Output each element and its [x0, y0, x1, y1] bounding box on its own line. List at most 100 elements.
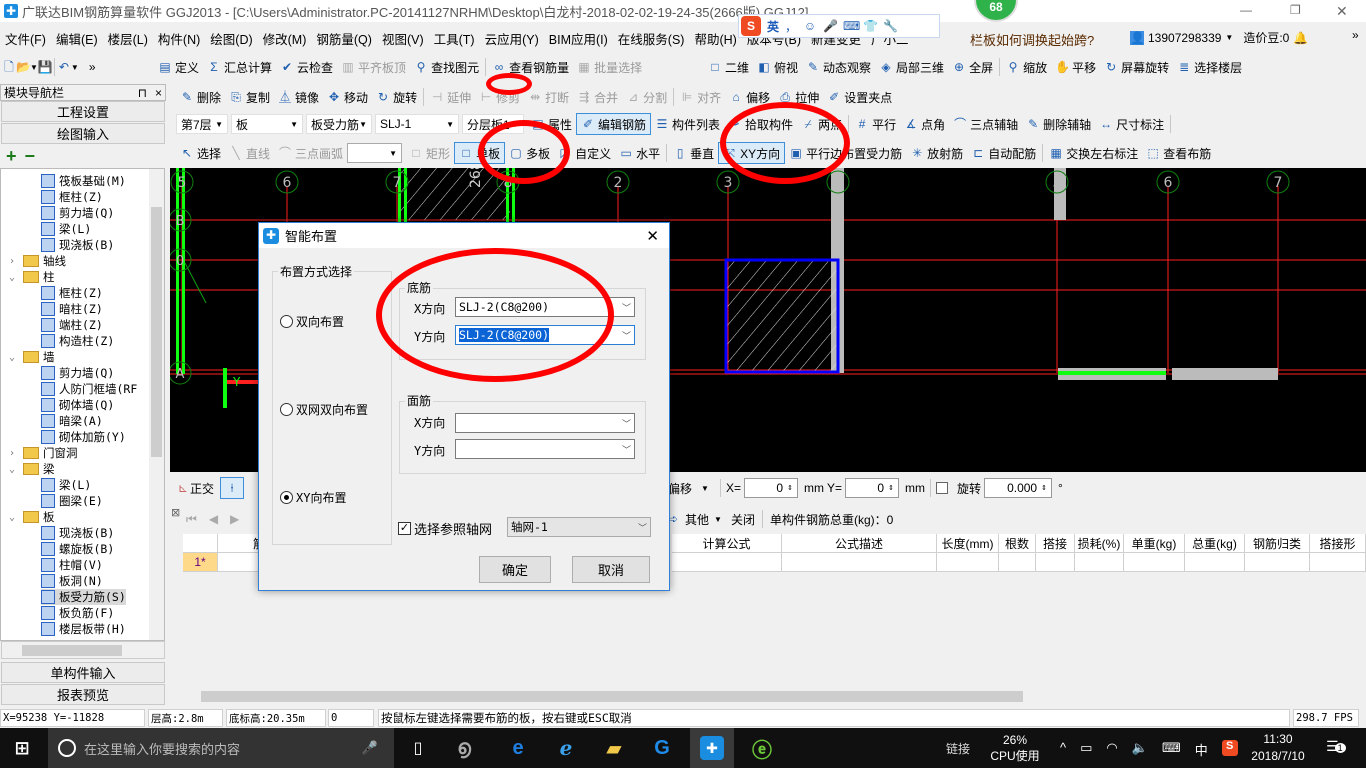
pin-icon[interactable]: ⊓	[138, 86, 147, 100]
toolbar-button[interactable]: ▤ 定义	[154, 56, 203, 78]
microphone-icon[interactable]: 🎤	[823, 19, 838, 33]
maximize-button[interactable]: ❐	[1290, 3, 1301, 17]
column-header[interactable]: 搭接	[1036, 534, 1075, 553]
ref-grid-combo[interactable]: 轴网-1 ﹀	[507, 517, 651, 537]
ortho-button[interactable]: 正交	[190, 480, 214, 497]
undo-icon[interactable]: ↶	[57, 60, 71, 74]
chevron-right-icon[interactable]: ›	[9, 256, 19, 267]
tree-item[interactable]: 暗柱(Z)	[41, 301, 103, 317]
tree-item[interactable]: 人防门框墙(RF	[41, 381, 137, 397]
column-header[interactable]: 计算公式	[672, 534, 782, 553]
single-input-button[interactable]: 单构件输入	[1, 662, 165, 683]
toolbar-button[interactable]: ⊣ 延伸	[426, 86, 475, 108]
app-swirl-icon[interactable]: ൭	[448, 732, 480, 764]
ime-punct[interactable]: ，	[785, 18, 797, 35]
menu-item[interactable]: 云应用(Y)	[480, 29, 544, 48]
toolbar-button[interactable]: ⚲ 查找图元	[410, 56, 483, 78]
toolbar-select[interactable]: 分层板1 ▼	[462, 114, 524, 134]
toolbar-button[interactable]: ◸ 自定义	[554, 142, 615, 164]
toolbar-button[interactable]: ⌒ 三点画弧	[274, 142, 347, 164]
menu-item[interactable]: 绘图(D)	[205, 29, 257, 48]
toolbar-button[interactable]: ▤ 属性	[527, 113, 576, 135]
toolbar-select[interactable]: 板 ▼	[231, 114, 303, 134]
tree-item[interactable]: 梁(L)	[41, 477, 91, 493]
tree-folder[interactable]: › 门窗洞	[9, 445, 78, 461]
volume-icon[interactable]: 🔈	[1132, 740, 1148, 759]
snap-button[interactable]: ⍿	[220, 477, 245, 499]
chevron-right-icon[interactable]: ›	[9, 448, 19, 459]
tree-item[interactable]: 框柱(Z)	[41, 285, 103, 301]
radio-xy[interactable]: XY向布置	[280, 489, 346, 506]
wrench-icon[interactable]: 🔧	[883, 19, 898, 33]
toolbar-button[interactable]: □ 矩形	[405, 142, 454, 164]
column-header[interactable]: 根数	[999, 534, 1036, 553]
chevron-down-icon[interactable]: ⌄	[9, 352, 19, 363]
column-header[interactable]: 搭接形	[1310, 534, 1366, 553]
toolbar-button[interactable]: ⊕ 全屏	[948, 56, 997, 78]
toolbar-button[interactable]: ▭ 水平	[615, 142, 664, 164]
close-panel-button[interactable]: 关闭	[731, 511, 755, 528]
toolbar-button[interactable]: ⊫ 对齐	[676, 86, 725, 108]
radio-double-net[interactable]: 双网双向布置	[280, 401, 368, 418]
nav-close-icon[interactable]: ×	[155, 86, 162, 100]
collapse-all-icon[interactable]: −	[25, 146, 36, 167]
column-header[interactable]: 公式描述	[782, 534, 937, 553]
menu-item[interactable]: BIM应用(I)	[544, 29, 613, 48]
table-cell[interactable]	[1075, 553, 1124, 572]
drawing-input-button[interactable]: 绘图输入	[1, 123, 165, 144]
user-account[interactable]: 👤 13907298339 ▼ 造价豆:0 🔔	[1130, 29, 1308, 46]
ie-icon[interactable]: ℯ	[550, 732, 582, 764]
menu-more-button[interactable]: »	[1352, 28, 1359, 42]
ref-grid-checkbox[interactable]: ✓ 选择参照轴网	[398, 519, 492, 538]
toolbar-button[interactable]: ↖ 选择	[176, 142, 225, 164]
table-hscrollbar[interactable]	[183, 688, 1366, 705]
tree-scrollbar[interactable]	[149, 169, 164, 640]
rotate-checkbox[interactable]	[935, 482, 948, 494]
menu-item[interactable]: 文件(F)	[0, 29, 51, 48]
new-file-icon[interactable]: 🗋	[2, 60, 16, 74]
toolbar-button[interactable]: ↻ 屏幕旋转	[1100, 56, 1173, 78]
ggj-app-icon[interactable]: ✚	[690, 728, 734, 768]
table-cell[interactable]	[672, 553, 782, 572]
toolbar-button[interactable]: ⇹ 打断	[524, 86, 573, 108]
toolbar-button[interactable]: ▦ 批量选择	[573, 56, 646, 78]
tree-item[interactable]: 现浇板(B)	[41, 525, 114, 541]
tree-item[interactable]: 筏板基础(M)	[41, 173, 126, 189]
toolbar-button[interactable]: ⌂ 偏移	[725, 86, 774, 108]
table-cell[interactable]	[1036, 553, 1075, 572]
chevron-down-icon[interactable]: ⌄	[9, 464, 19, 475]
menu-item[interactable]: 构件(N)	[153, 29, 205, 48]
top-x-combo[interactable]: ﹀	[455, 413, 635, 433]
tree-item[interactable]: 砌体墙(Q)	[41, 397, 114, 413]
toolbar-button[interactable]: ⎘ 复制	[225, 86, 274, 108]
tree-item[interactable]: 梁(L)	[41, 221, 91, 237]
help-question-link[interactable]: 栏板如何调换起始跨?	[970, 30, 1094, 49]
toolbar-button[interactable]: ⬚ 查看布筋	[1142, 142, 1215, 164]
open-folder-icon[interactable]: 📂	[16, 60, 31, 74]
input-language[interactable]: 中	[1195, 740, 1208, 759]
tree-item[interactable]: 框柱(Z)	[41, 189, 103, 205]
toolbar-button[interactable]: ◈ 局部三维	[875, 56, 948, 78]
glodon-icon[interactable]: G	[646, 732, 678, 764]
toolbar-button[interactable]: ▣ 平行边布置受力筋	[785, 142, 906, 164]
tree-item[interactable]: 砌体加筋(Y)	[41, 429, 126, 445]
windows-start-icon[interactable]: ⊞	[6, 732, 38, 764]
tree-folder[interactable]: ⌄ 梁	[9, 461, 55, 477]
toolbar-button[interactable]: ✳ 放射筋	[906, 142, 967, 164]
column-header[interactable]: 总重(kg)	[1185, 534, 1245, 553]
toolbar-button[interactable]: ✥ 移动	[323, 86, 372, 108]
tree-item[interactable]: 楼层板带(H)	[41, 621, 126, 637]
tree-hscrollbar[interactable]	[1, 641, 165, 659]
toolbar-button[interactable]: ⏅ 镜像	[274, 86, 323, 108]
ime-toolbar[interactable]: S 英 ， ☺ 🎤 ⌨ 👕 🔧	[738, 14, 940, 38]
offset-mode[interactable]: 偏移	[668, 480, 692, 497]
toolbar-button[interactable]: ▦ 交换左右标注	[1045, 142, 1142, 164]
table-cell[interactable]	[937, 553, 999, 572]
draw-shape-select[interactable]: ▼	[347, 143, 403, 163]
toolbar-button[interactable]: ⌒ 三点辅轴	[949, 113, 1022, 135]
ime-mode[interactable]: 英	[767, 18, 779, 35]
chevron-down-icon[interactable]: ⌄	[9, 512, 19, 523]
x-offset-input[interactable]: 0 ⇕	[743, 478, 798, 498]
table-cell[interactable]	[999, 553, 1036, 572]
table-cell[interactable]	[782, 553, 937, 572]
